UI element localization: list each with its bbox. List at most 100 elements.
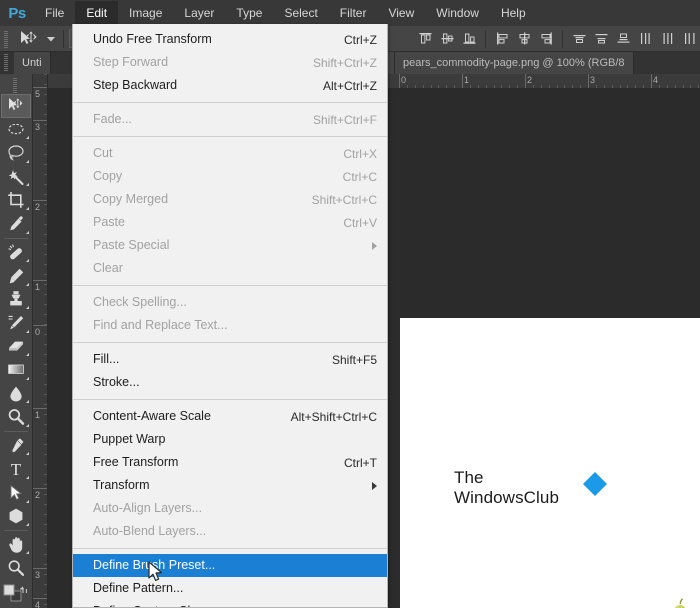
menu-type[interactable]: Type [225,1,273,26]
menu-item-define-pattern[interactable]: Define Pattern... [73,577,387,600]
photoshop-logo-icon: Ps [8,4,26,22]
menu-layer[interactable]: Layer [173,1,225,26]
tools-panel-grip[interactable] [11,76,20,95]
ruler-minor-tick [44,514,47,515]
menu-item-free-transform[interactable]: Free Transform Ctrl+T [73,451,387,474]
eraser-tool[interactable] [1,335,31,359]
move-tool[interactable] [1,93,31,118]
menu-item-label: Paste [93,215,125,229]
clone-stamp-tool[interactable] [1,288,31,312]
magic-wand-tool[interactable] [1,165,31,189]
ruler-minor-tick [44,94,47,95]
lasso-tool[interactable] [1,141,31,165]
ruler-minor-tick [446,85,448,88]
align-vertical-centers-icon[interactable] [437,29,457,49]
tool-flyout-corner [26,376,29,380]
tools-panel: T [0,74,33,608]
menu-file[interactable]: File [34,1,75,26]
spot-healing-brush-tool[interactable] [1,240,31,264]
history-brush-tool[interactable] [1,311,31,335]
logo-line-2: WindowsClub [454,488,560,507]
options-separator-2 [485,29,486,48]
ruler-minor-tick [44,74,47,75]
crop-tool[interactable] [1,188,31,212]
polygon-shape-tool[interactable] [1,505,31,529]
ruler-minor-tick [44,524,47,525]
align-right-edges-icon[interactable] [536,29,556,49]
gradient-tool[interactable] [1,358,31,382]
brush-tool[interactable] [1,264,31,288]
menu-item-shortcut: Ctrl+V [343,215,377,230]
menu-edit[interactable]: Edit [75,0,119,26]
ruler-tick [33,200,47,201]
distribute-horizontal-centers-icon[interactable] [657,29,677,49]
menu-item-label: Define Pattern... [93,581,184,595]
ruler-label: 4 [35,600,41,608]
menu-item-label: Find and Replace Text... [93,318,228,332]
horizontal-type-tool[interactable]: T [1,457,31,481]
menu-select[interactable]: Select [273,1,328,26]
ruler-minor-tick [674,85,676,88]
dodge-tool[interactable] [1,405,31,429]
menu-item-transform[interactable]: Transform [73,474,387,497]
document-tab-untitled[interactable]: Unti [14,52,51,74]
menu-item-copy: Copy Ctrl+C [73,165,387,188]
path-selection-tool[interactable] [1,481,31,505]
menu-item-define-custom-shape[interactable]: Define Custom Shape... [73,600,387,607]
menu-item-puppet-warp[interactable]: Puppet Warp [73,428,387,451]
tool-flyout-corner [26,475,29,479]
ruler-minor-tick [603,85,605,88]
hand-tool[interactable] [1,533,31,557]
ruler-minor-tick [44,344,47,345]
ruler-minor-tick [44,534,47,535]
menu-item-fill[interactable]: Fill... Shift+F5 [73,348,387,371]
distribute-left-edges-icon[interactable] [635,29,655,49]
menu-item-define-brush-preset[interactable]: Define Brush Preset... [73,554,387,577]
menu-item-paste-special: Paste Special [73,234,387,257]
align-horizontal-centers-icon[interactable] [514,29,534,49]
ruler-minor-tick [666,85,668,88]
menu-window[interactable]: Window [425,1,490,26]
document-tab-pears[interactable]: pears_commodity-page.png @ 100% (RGB/8 [395,52,634,74]
blur-tool[interactable] [1,382,31,406]
ruler-minor-tick [44,274,47,275]
distribute-top-edges-icon[interactable] [569,29,589,49]
options-bar-grip[interactable] [2,29,11,49]
align-top-edges-icon[interactable] [415,29,435,49]
distribute-vertical-centers-icon[interactable] [591,29,611,49]
edit-dropdown-menu[interactable]: Undo Free Transform Ctrl+Z Step Forward Shi… [72,24,388,608]
align-left-edges-icon[interactable] [492,29,512,49]
distribute-bottom-edges-icon[interactable] [613,29,633,49]
tool-flyout-corner [26,136,29,140]
tab-bar-grip[interactable] [2,52,11,74]
rectangular-marquee-tool[interactable] [1,118,31,142]
zoom-tool[interactable] [1,556,31,580]
eyedropper-tool[interactable] [1,212,31,236]
document-canvas[interactable]: The WindowsClub [400,318,700,608]
windowsclub-mark-icon [583,472,608,496]
ruler-minor-tick [44,154,47,155]
align-bottom-edges-icon[interactable] [459,29,479,49]
move-tool-icon[interactable] [14,28,44,50]
color-swatches[interactable] [2,584,30,608]
ruler-minor-tick [548,85,550,88]
tool-flyout-corner [26,207,29,211]
menu-filter[interactable]: Filter [329,1,378,26]
distribute-right-edges-icon[interactable] [679,29,699,49]
ruler-minor-tick [501,85,503,88]
menu-view[interactable]: View [377,1,425,26]
ruler-minor-tick [44,384,47,385]
tool-flyout-corner [26,159,29,163]
menu-item-content-aware-scale[interactable]: Content-Aware Scale Alt+Shift+Ctrl+C [73,405,387,428]
menu-help[interactable]: Help [490,1,537,26]
pen-tool[interactable] [1,434,31,458]
tool-preset-chevron-down-icon[interactable] [44,28,58,50]
menu-item-stroke[interactable]: Stroke... [73,371,387,394]
ruler-label: 2 [35,202,41,212]
ruler-tick [33,598,47,599]
menu-image[interactable]: Image [118,1,173,26]
menu-item-undo-free-transform[interactable]: Undo Free Transform Ctrl+Z [73,28,387,51]
options-separator-3 [562,29,563,48]
menu-item-step-backward[interactable]: Step Backward Alt+Ctrl+Z [73,74,387,97]
menu-item-step-forward: Step Forward Shift+Ctrl+Z [73,51,387,74]
